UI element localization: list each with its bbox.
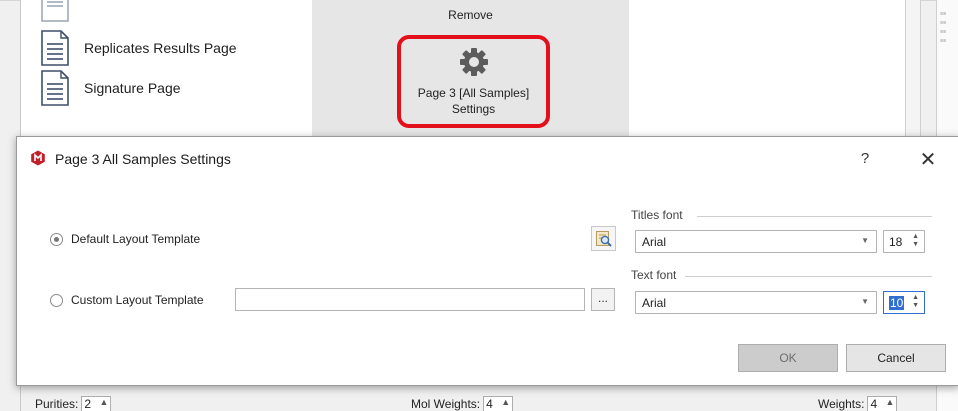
app-logo-icon <box>31 150 45 166</box>
page-settings-button[interactable]: Page 3 [All Samples] Settings <box>397 35 550 128</box>
remove-button[interactable]: Remove <box>312 8 629 22</box>
page-list-item-label: Signature Page <box>84 80 181 96</box>
text-font-divider <box>685 276 932 277</box>
default-layout-label: Default Layout Template <box>71 232 201 246</box>
titles-font-heading: Titles font <box>631 208 683 222</box>
vertical-scrollbar[interactable] <box>905 0 921 138</box>
close-button[interactable]: ✕ <box>915 146 941 172</box>
custom-layout-option[interactable]: Custom Layout Template <box>50 293 204 307</box>
titles-font-size-value: 18 <box>889 235 903 249</box>
custom-layout-radio[interactable] <box>50 293 63 307</box>
spin-arrows-icon[interactable]: ▲ ▼ <box>912 294 919 310</box>
mol-weights-spinbox[interactable]: 4 ▲ <box>483 395 514 411</box>
chevron-down-icon[interactable]: ▼ <box>861 236 869 245</box>
text-font-size-value: 10 <box>889 296 905 310</box>
titles-font-divider <box>697 216 932 217</box>
titles-font-value: Arial <box>642 235 667 249</box>
purities-label: Purities: <box>35 397 79 411</box>
page-settings-label: Page 3 [All Samples] Settings <box>417 86 530 116</box>
document-icon <box>41 30 69 66</box>
help-button[interactable]: ? <box>853 147 877 171</box>
default-layout-radio[interactable] <box>50 232 63 246</box>
preview-layout-button[interactable] <box>591 226 616 251</box>
page-list-item-signature[interactable]: Signature Page <box>40 70 181 106</box>
purities-value: 2 <box>84 397 92 411</box>
default-layout-option[interactable]: Default Layout Template <box>50 232 200 246</box>
spin-up-icon[interactable]: ▲ <box>501 395 510 409</box>
page-settings-dialog: Page 3 All Samples Settings ? ✕ Default … <box>16 136 958 386</box>
spin-arrows-icon[interactable]: ▲ ▼ <box>912 233 919 249</box>
mol-weights-label: Mol Weights: <box>411 397 481 411</box>
dialog-title: Page 3 All Samples Settings <box>55 151 231 167</box>
titles-font-size-spinbox[interactable]: 18 ▲ ▼ <box>883 230 925 253</box>
page-list-item-label: Replicates Results Page <box>84 40 237 56</box>
spin-up-icon[interactable]: ▲ <box>99 395 108 409</box>
text-font-value: Arial <box>642 296 667 310</box>
custom-layout-path-input[interactable] <box>235 288 585 311</box>
cancel-button[interactable]: Cancel <box>846 344 946 372</box>
gear-icon <box>459 48 488 76</box>
document-icon <box>41 70 69 106</box>
text-font-select[interactable]: Arial ▼ <box>635 291 877 314</box>
page-list-item-replicates[interactable]: Replicates Results Page <box>40 30 237 66</box>
spin-up-icon[interactable]: ▲ <box>886 395 895 409</box>
ok-button[interactable]: OK <box>738 344 838 372</box>
weights-value: 4 <box>870 397 878 411</box>
purities-field: Purities: 2 ▲ <box>35 395 112 411</box>
weights-spinbox[interactable]: 4 ▲ <box>867 395 898 411</box>
preview-icon <box>596 231 612 247</box>
text-font-size-spinbox[interactable]: 10 ▲ ▼ <box>883 291 925 314</box>
chevron-down-icon[interactable]: ▼ <box>861 297 869 306</box>
right-panel <box>629 0 905 138</box>
custom-layout-label: Custom Layout Template <box>71 293 204 307</box>
browse-button[interactable]: ... <box>591 288 615 311</box>
text-font-heading: Text font <box>631 268 677 282</box>
preview-thumbnail-icon: ≡≡ ≡≡ ≡≡ ≡≡ <box>940 11 947 44</box>
titles-font-select[interactable]: Arial ▼ <box>635 230 877 253</box>
dialog-titlebar: Page 3 All Samples Settings ? ✕ <box>17 137 958 181</box>
page-list-item-cut <box>40 0 70 25</box>
document-icon <box>41 0 69 22</box>
weights-field: Weights: 4 ▲ <box>818 395 898 411</box>
purities-spinbox[interactable]: 2 ▲ <box>81 395 112 411</box>
mol-weights-value: 4 <box>486 397 493 411</box>
mol-weights-field: Mol Weights: 4 ▲ <box>411 395 514 411</box>
weights-label: Weights: <box>818 397 865 411</box>
